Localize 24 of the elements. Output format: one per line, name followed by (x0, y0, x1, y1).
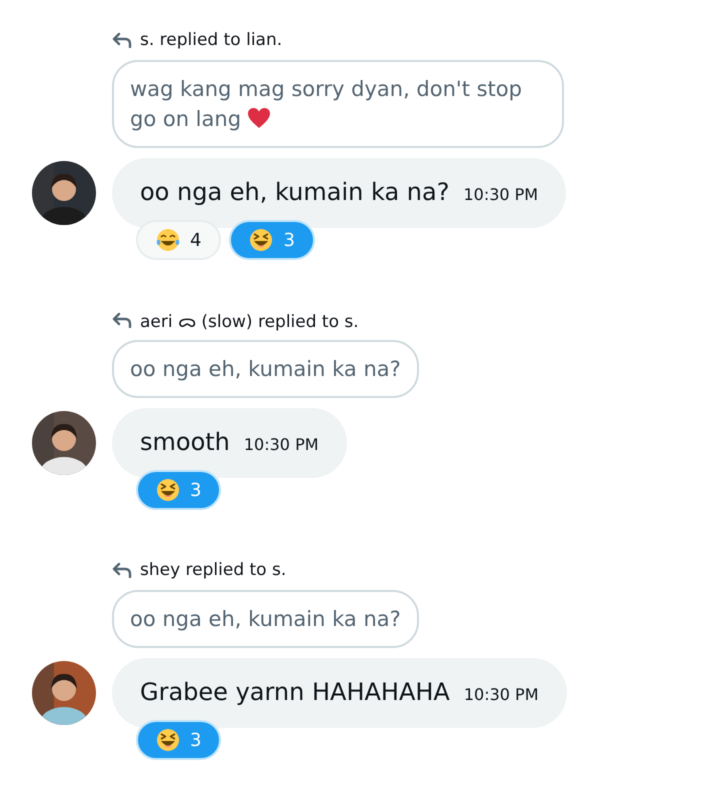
quoted-message: oo nga eh, kumain ka na? (112, 340, 419, 398)
message-time: 10:30 PM (463, 185, 538, 204)
message-text: smooth (140, 428, 230, 456)
message-text: Grabee yarnn HAHAHAHA (140, 678, 450, 706)
message-time: 10:30 PM (244, 435, 319, 454)
reaction-button[interactable]: 3 (136, 470, 222, 510)
message-text: oo nga eh, kumain ka na? (140, 178, 450, 206)
reply-arrow-icon (112, 312, 132, 328)
heart-icon (247, 107, 272, 129)
message-time: 10:30 PM (464, 685, 538, 704)
reaction-button[interactable]: 4 (136, 220, 222, 260)
reaction-button[interactable]: 3 (136, 720, 222, 760)
reply-arrow-icon (112, 562, 132, 578)
squinting-laugh-emoji-icon (249, 228, 274, 252)
reaction-button[interactable]: 3 (229, 220, 315, 260)
quoted-message: wag kang mag sorry dyan, don't stop go on lang (112, 60, 564, 148)
reply-arrow-icon (112, 32, 132, 48)
squinting-laugh-emoji-icon (156, 478, 180, 502)
squinting-laugh-emoji-icon (156, 728, 180, 752)
reply-context: aeri ᯅ (slow) replied to s. (140, 310, 359, 332)
reply-context: s. replied to lian. (140, 30, 282, 50)
quoted-message: oo nga eh, kumain ka na? (112, 590, 419, 648)
laughing-tears-emoji-icon (156, 228, 180, 252)
reply-context: shey replied to s. (140, 560, 286, 580)
